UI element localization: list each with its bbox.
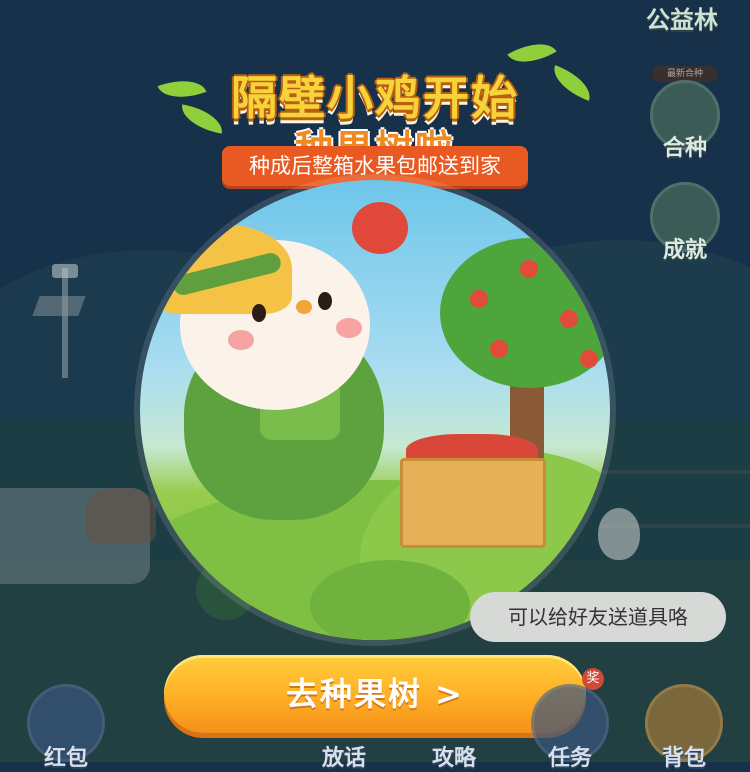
side-button-heizhong[interactable]: 合种 — [640, 80, 730, 162]
illustration-bush — [310, 560, 470, 640]
bottom-button-label: 攻略 — [431, 746, 476, 771]
bottom-button-hongbao[interactable]: 红包 — [16, 684, 116, 772]
apple-icon — [520, 260, 538, 278]
bottom-button-label: 任务 — [547, 746, 592, 771]
bottom-button-label: 红包 — [43, 746, 88, 771]
side-button-chengjiu[interactable]: 成就 — [640, 182, 730, 264]
lamp-post — [62, 268, 68, 378]
side-button-label: 合种 — [662, 136, 707, 161]
hint-bubble: 可以给好友送道具咯 — [470, 592, 726, 642]
bottom-button-label: 放话 — [321, 746, 366, 771]
chick-eye — [318, 292, 332, 310]
solar-panel — [32, 296, 86, 316]
bottom-button-gonglue[interactable]: 攻略 — [404, 684, 504, 772]
bottom-button-fanghua[interactable]: 放话 — [294, 684, 394, 772]
fruit-box — [400, 458, 546, 548]
apple-icon — [470, 290, 488, 308]
camera-icon — [52, 264, 78, 278]
chick-eye — [252, 304, 266, 322]
chick-cheek — [228, 330, 254, 350]
side-button-label: 成就 — [662, 238, 707, 263]
apple-icon — [352, 202, 408, 254]
apple-icon — [490, 340, 508, 358]
popup-illustration — [140, 180, 610, 640]
reward-badge: 奖 — [582, 668, 604, 690]
chick-cheek — [336, 318, 362, 338]
apple-icon — [560, 310, 578, 328]
chick-beak — [296, 300, 312, 314]
apple-icon — [580, 350, 598, 368]
bottom-button-renwu[interactable]: 任务 — [520, 684, 620, 772]
bottom-button-label: 背包 — [661, 746, 706, 771]
bottom-button-beibao[interactable]: 背包 — [634, 684, 734, 772]
public-forest-label[interactable]: 公益林 — [646, 0, 718, 35]
